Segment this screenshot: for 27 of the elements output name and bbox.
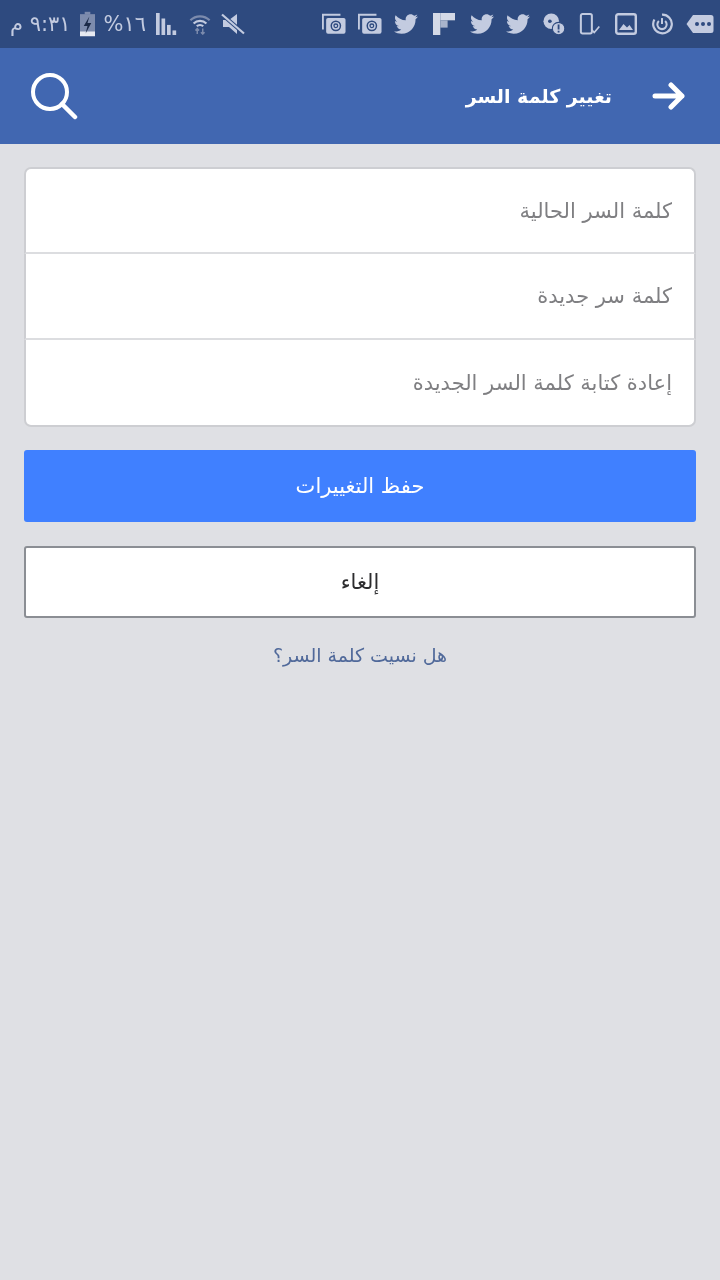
bird-icon — [394, 13, 418, 35]
disc-alert-icon — [542, 13, 566, 35]
image-icon — [614, 13, 638, 35]
wifi-icon — [188, 13, 213, 35]
password-field[interactable]: إعادة كتابة كلمة السر الجديدة — [24, 340, 696, 427]
search-icon — [30, 72, 78, 120]
speaker-muted-icon — [221, 13, 246, 35]
cancel-button[interactable]: إلغاء — [24, 546, 696, 618]
search-button[interactable] — [30, 72, 78, 120]
message-dots-icon — [686, 13, 714, 35]
stacked-cards-icon — [322, 13, 346, 35]
stacked-cards-icon — [358, 13, 382, 35]
password-field[interactable]: كلمة سر جديدة — [24, 254, 696, 340]
battery-charging-icon — [79, 11, 95, 37]
bird-icon — [506, 13, 530, 35]
password-field[interactable]: كلمة السر الحالية — [24, 167, 696, 254]
save-button[interactable]: حفظ التغييرات — [24, 450, 696, 522]
phone-check-icon — [578, 13, 602, 35]
power-ring-icon — [650, 13, 674, 35]
arrow-right-icon — [652, 82, 686, 110]
back-button[interactable] — [652, 82, 686, 110]
battery-percent: ١٦% — [103, 11, 147, 37]
bird-icon — [470, 13, 494, 35]
clock-time: ٩:٣١ م — [10, 11, 71, 37]
forgot-password-link[interactable]: هل نسيت كلمة السر؟ — [272, 644, 448, 666]
page-title: تغيير كلمة السر — [465, 85, 612, 107]
squares-icon — [430, 13, 458, 35]
